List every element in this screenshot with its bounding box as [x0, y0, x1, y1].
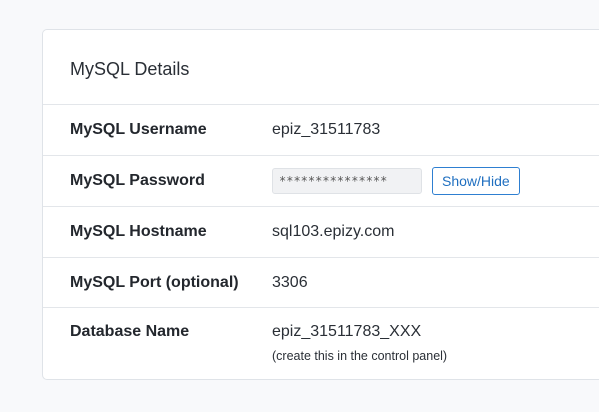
- detail-row-password: MySQL Password Show/Hide: [43, 156, 599, 207]
- detail-row-hostname: MySQL Hostname sql103.epizy.com: [43, 207, 599, 258]
- card-header: MySQL Details: [43, 30, 599, 105]
- username-value: epiz_31511783: [272, 121, 381, 138]
- database-name-value: epiz_31511783_XXX: [272, 323, 422, 340]
- password-control: Show/Hide: [272, 167, 520, 195]
- mysql-details-card: MySQL Details MySQL Username epiz_315117…: [42, 29, 599, 380]
- row-label: MySQL Port (optional): [70, 273, 239, 291]
- row-label: MySQL Username: [70, 121, 207, 138]
- row-label: MySQL Password: [70, 172, 205, 189]
- database-name-cell: epiz_31511783_XXX (create this in the co…: [272, 308, 447, 363]
- detail-row-port: MySQL Port (optional) 3306: [43, 258, 599, 308]
- row-label: Database Name: [70, 323, 190, 340]
- show-hide-button[interactable]: Show/Hide: [432, 167, 520, 195]
- card-title: MySQL Details: [70, 58, 190, 79]
- detail-row-database-name: Database Name epiz_31511783_XXX (create …: [43, 308, 599, 381]
- detail-row-username: MySQL Username epiz_31511783: [43, 105, 599, 156]
- password-field[interactable]: [272, 168, 422, 194]
- row-label: MySQL Hostname: [70, 223, 207, 240]
- hostname-value: sql103.epizy.com: [272, 223, 395, 240]
- port-value: 3306: [272, 273, 308, 291]
- database-name-note: (create this in the control panel): [272, 349, 448, 363]
